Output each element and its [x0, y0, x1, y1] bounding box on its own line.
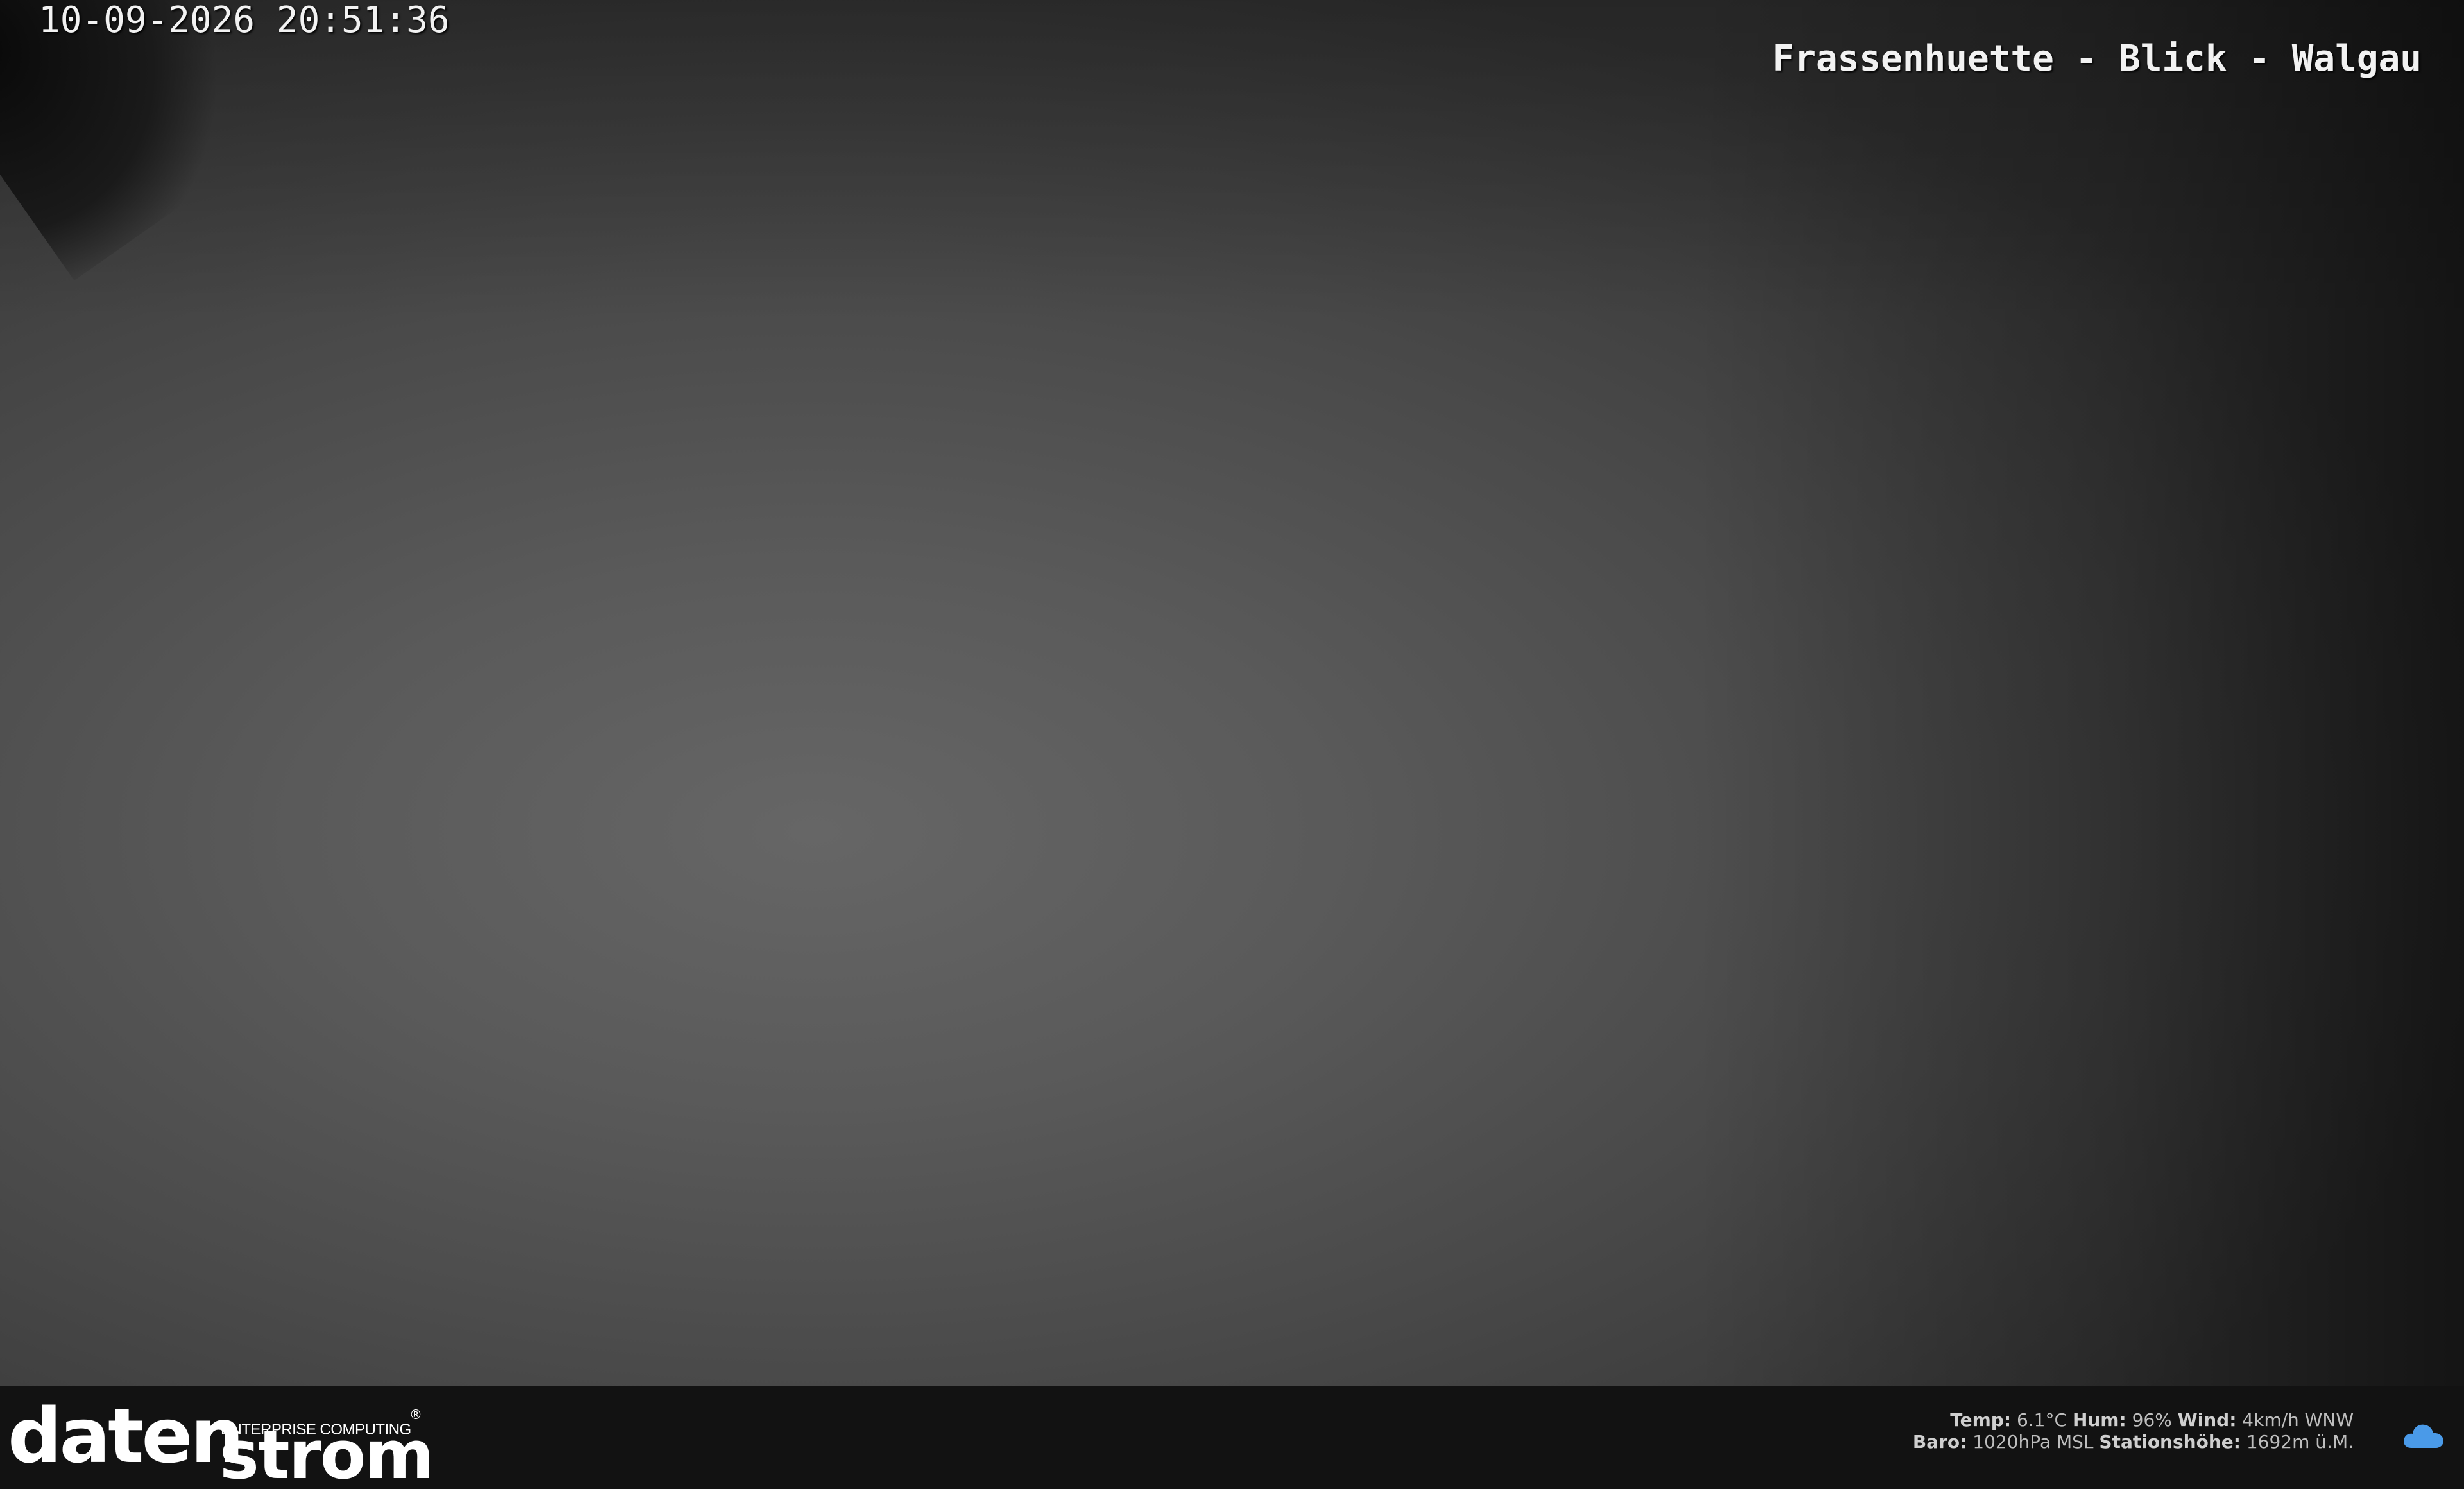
hum-value: 96% — [2132, 1409, 2172, 1431]
webcam-frame: 10-09-2026 20:51:36 Frassenhuette - Blic… — [0, 0, 2464, 1489]
right-shading — [1694, 0, 2464, 1386]
baro-label: Baro: — [1912, 1431, 1967, 1452]
hum-label: Hum: — [2072, 1409, 2126, 1431]
timestamp-overlay: 10-09-2026 20:51:36 — [38, 0, 450, 41]
baro-value: 1020hPa MSL — [1972, 1431, 2094, 1452]
wind-value: 4km/h WNW — [2242, 1409, 2354, 1431]
datenstrom-logo: daten strom ENTERPRISE COMPUTING ® — [8, 1391, 434, 1489]
temp-label: Temp: — [1950, 1409, 2012, 1431]
station-height-value: 1692m ü.M. — [2246, 1431, 2354, 1452]
weather-line-2: Baro: 1020hPa MSL Stationshöhe: 1692m ü.… — [1913, 1431, 2354, 1453]
weather-readout: Temp: 6.1°C Hum: 96% Wind: 4km/h WNW Bar… — [1913, 1409, 2354, 1453]
logo-tagline: ENTERPRISE COMPUTING — [221, 1421, 411, 1438]
camera-title-overlay: Frassenhuette - Blick - Walgau — [1772, 38, 2422, 80]
temp-value: 6.1°C — [2016, 1409, 2067, 1431]
logo-registered-mark: ® — [409, 1407, 422, 1422]
station-height-label: Stationshöhe: — [2099, 1431, 2241, 1452]
weather-line-1: Temp: 6.1°C Hum: 96% Wind: 4km/h WNW — [1913, 1409, 2354, 1431]
camera-image — [0, 0, 2464, 1386]
logo-word-daten: daten — [8, 1391, 244, 1480]
wind-label: Wind: — [2177, 1409, 2237, 1431]
cloud-icon — [2404, 1424, 2443, 1448]
